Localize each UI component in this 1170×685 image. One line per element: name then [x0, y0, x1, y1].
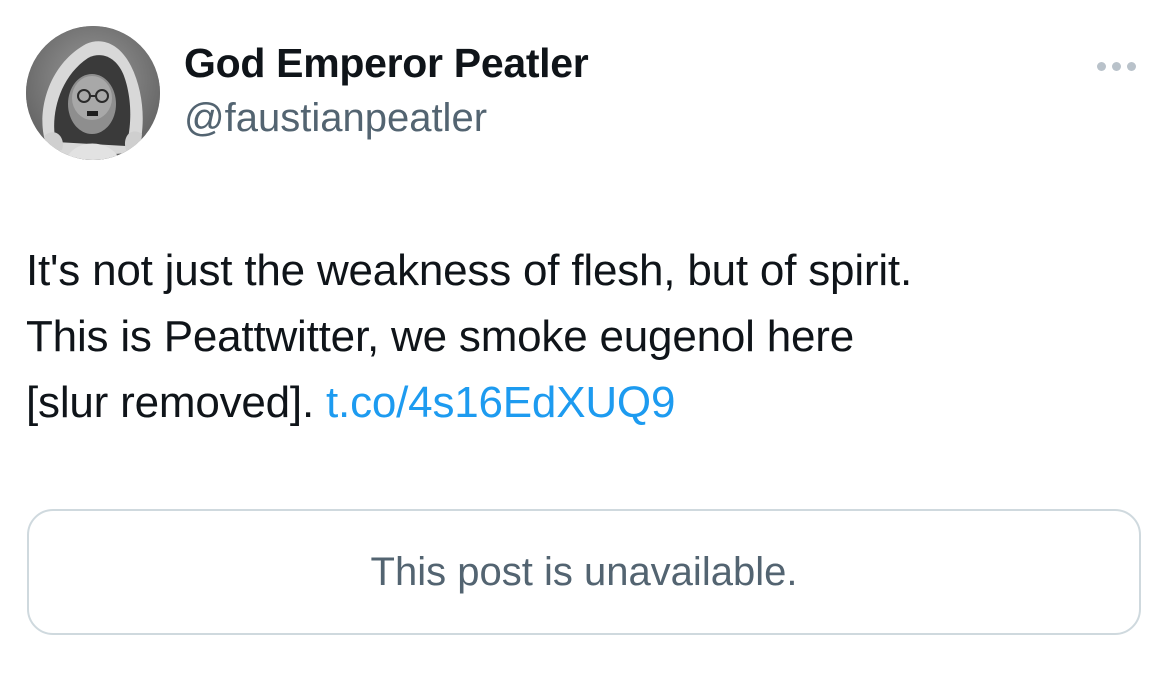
more-options-icon	[1111, 61, 1121, 71]
more-options-button[interactable]	[1086, 48, 1146, 84]
tweet-text-line-2: This is Peattwitter, we smoke eugenol he…	[26, 312, 855, 361]
more-options-icon	[1126, 61, 1136, 71]
tweet-text-line-3-prefix: [slur removed].	[26, 378, 314, 427]
author-display-name[interactable]: God Emperor Peatler	[184, 40, 589, 87]
tweet-text-line-1: It's not just the weakness of flesh, but…	[26, 246, 912, 295]
quoted-post-card[interactable]: This post is unavailable.	[27, 509, 1141, 635]
quoted-post-status: This post is unavailable.	[370, 549, 798, 594]
more-options-icon	[1096, 61, 1106, 71]
author-avatar[interactable]	[26, 26, 160, 160]
tweet-card: God Emperor Peatler @faustianpeatler It'…	[0, 0, 1170, 685]
tweet-text-line-3: [slur removed]. t.co/4s16EdXUQ9	[26, 370, 1136, 436]
tweet-link[interactable]: t.co/4s16EdXUQ9	[326, 378, 675, 427]
avatar-grayscale-portrait-icon	[26, 26, 160, 160]
tweet-text: It's not just the weakness of flesh, but…	[26, 238, 1136, 436]
author-handle[interactable]: @faustianpeatler	[184, 96, 487, 141]
